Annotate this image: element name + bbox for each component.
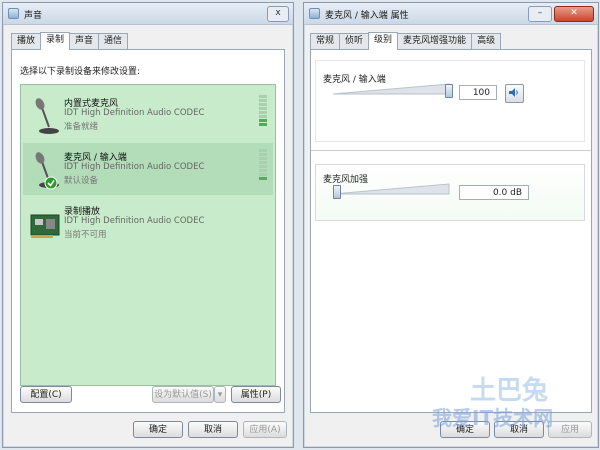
device-driver: IDT High Definition Audio CODEC bbox=[64, 108, 205, 118]
levels-panel: 麦克风 / 输入端 100 麦克风加强 0.0 dB bbox=[310, 49, 592, 413]
level-meter bbox=[259, 95, 267, 127]
mic-properties-dialog: 麦克风 / 输入端 属性 – ✕ 常规 侦听 级别 麦克风增强功能 高级 麦克风… bbox=[303, 2, 599, 448]
device-driver: IDT High Definition Audio CODEC bbox=[64, 162, 205, 172]
mic-level-slider[interactable] bbox=[445, 84, 453, 98]
tab-playback[interactable]: 播放 bbox=[11, 33, 42, 49]
apply-button[interactable]: 应用(A) bbox=[243, 421, 287, 438]
device-driver: IDT High Definition Audio CODEC bbox=[64, 216, 205, 226]
ok-button[interactable]: 确定 bbox=[133, 421, 183, 438]
tab-advanced[interactable]: 高级 bbox=[471, 33, 502, 49]
sound-card-icon bbox=[30, 214, 60, 238]
microphone-default-icon bbox=[35, 152, 59, 190]
sound-tabs: 播放 录制 声音 通信 bbox=[11, 32, 129, 50]
device-row-internal-mic[interactable]: 内置式麦克风 IDT High Definition Audio CODEC 准… bbox=[23, 89, 273, 141]
properties-button[interactable]: 属性(P) bbox=[231, 386, 281, 403]
microphone-icon bbox=[35, 98, 59, 134]
speaker-icon bbox=[509, 88, 518, 97]
sound-dialog: 声音 x 播放 录制 声音 通信 选择以下录制设备来修改设置: 内置式麦克风 I… bbox=[2, 2, 294, 448]
mic-level-ramp bbox=[333, 83, 450, 95]
speaker-window-icon bbox=[8, 8, 19, 19]
configure-button[interactable]: 配置(C) bbox=[20, 386, 72, 403]
properties-title: 麦克风 / 输入端 属性 bbox=[325, 11, 409, 21]
mic-level-value[interactable]: 100 bbox=[459, 85, 497, 100]
device-row-mic-input[interactable]: 麦克风 / 输入端 IDT High Definition Audio CODE… bbox=[23, 143, 273, 195]
apply-button[interactable]: 应用 bbox=[548, 421, 592, 438]
mute-button[interactable] bbox=[505, 84, 524, 103]
tab-listen[interactable]: 侦听 bbox=[339, 33, 370, 49]
sound-dialog-titlebar[interactable]: 声音 x bbox=[3, 3, 293, 25]
microphone-window-icon bbox=[309, 8, 320, 19]
tab-sounds[interactable]: 声音 bbox=[69, 33, 100, 49]
tab-recording[interactable]: 录制 bbox=[40, 32, 71, 50]
instruction-text: 选择以下录制设备来修改设置: bbox=[20, 67, 141, 77]
close-icon: ✕ bbox=[570, 8, 578, 18]
tab-general[interactable]: 常规 bbox=[310, 33, 341, 49]
properties-tabs: 常规 侦听 级别 麦克风增强功能 高级 bbox=[310, 32, 502, 50]
mic-boost-value[interactable]: 0.0 dB bbox=[459, 185, 529, 200]
cancel-button[interactable]: 取消 bbox=[188, 421, 238, 438]
device-status: 默认设备 bbox=[64, 176, 99, 186]
sound-dialog-title: 声音 bbox=[24, 11, 43, 21]
device-status: 准备就绪 bbox=[64, 122, 99, 132]
tab-levels[interactable]: 级别 bbox=[368, 32, 399, 50]
section-divider bbox=[311, 150, 591, 151]
close-button[interactable]: ✕ bbox=[554, 6, 594, 22]
set-default-button[interactable]: 设为默认值(S) bbox=[152, 386, 214, 403]
mic-boost-slider[interactable] bbox=[333, 185, 341, 199]
recording-device-list[interactable]: 内置式麦克风 IDT High Definition Audio CODEC 准… bbox=[20, 84, 276, 386]
set-default-dropdown[interactable]: ▾ bbox=[214, 386, 226, 403]
properties-titlebar[interactable]: 麦克风 / 输入端 属性 – ✕ bbox=[304, 3, 598, 25]
recording-panel: 选择以下录制设备来修改设置: 内置式麦克风 IDT High Definitio… bbox=[11, 49, 285, 413]
tab-enhancements[interactable]: 麦克风增强功能 bbox=[397, 33, 473, 49]
close-button[interactable]: x bbox=[267, 6, 289, 22]
level-meter bbox=[259, 149, 267, 181]
tab-communications[interactable]: 通信 bbox=[98, 33, 129, 49]
chevron-down-icon: ▾ bbox=[217, 390, 223, 400]
minimize-icon: – bbox=[537, 8, 543, 18]
mic-boost-ramp bbox=[333, 183, 450, 195]
device-status: 当前不可用 bbox=[64, 230, 107, 240]
watermark-site: 我爱IT技术网 bbox=[432, 406, 554, 430]
device-row-stereo-mix[interactable]: 录制播放 IDT High Definition Audio CODEC 当前不… bbox=[23, 197, 273, 249]
minimize-button[interactable]: – bbox=[528, 6, 552, 22]
